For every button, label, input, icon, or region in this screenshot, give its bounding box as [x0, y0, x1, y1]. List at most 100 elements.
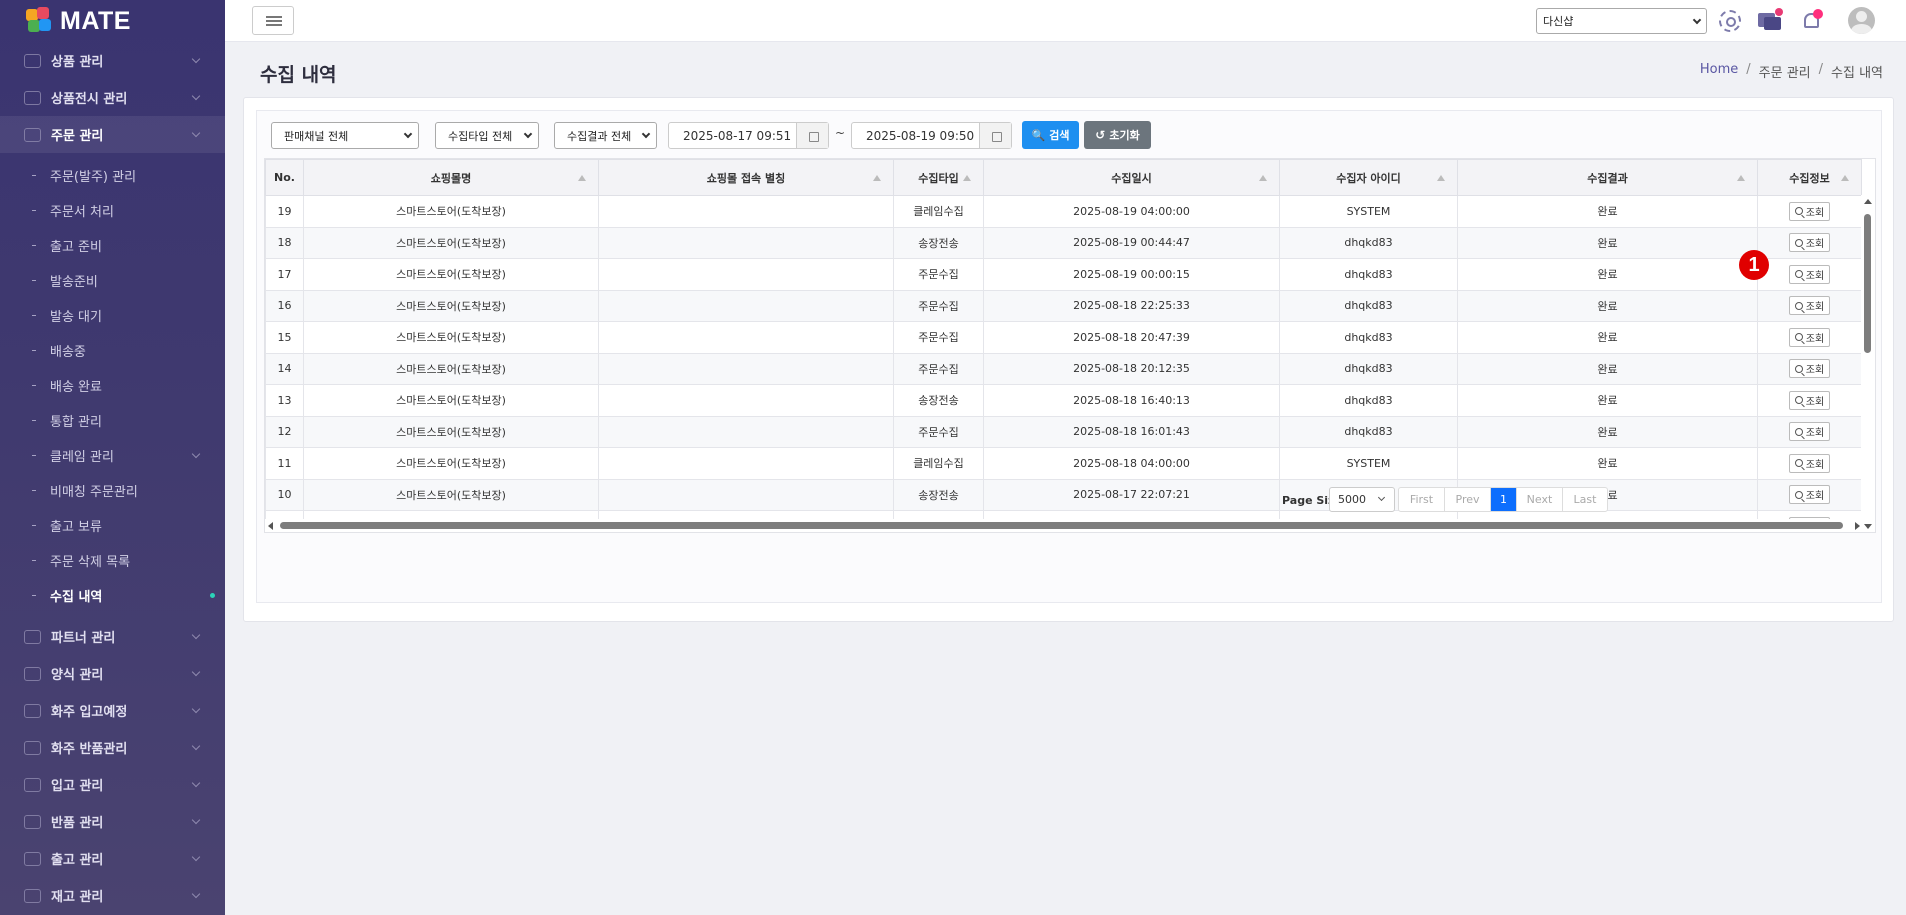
- sidebar-item-owner-return[interactable]: 화주 반품관리: [0, 729, 225, 766]
- view-button[interactable]: 조회: [1788, 359, 1831, 379]
- gear-icon[interactable]: [1719, 10, 1741, 32]
- cell-no: 16: [265, 289, 304, 322]
- calendar-icon[interactable]: [796, 123, 828, 148]
- collect-result-select[interactable]: 수집결과 전체: [554, 122, 657, 149]
- breadcrumb-order[interactable]: 주문 관리: [1759, 62, 1811, 81]
- page-next-button[interactable]: Next: [1517, 488, 1563, 511]
- view-button[interactable]: 조회: [1788, 390, 1831, 410]
- chat-icon[interactable]: [1758, 8, 1783, 32]
- logo[interactable]: MATE: [0, 0, 225, 42]
- chevron-down-icon: [1377, 493, 1386, 502]
- page-current-button[interactable]: 1: [1491, 488, 1517, 511]
- scrollbar-thumb[interactable]: [280, 522, 1843, 529]
- sidebar-item-inbound[interactable]: 입고 관리: [0, 766, 225, 803]
- sidebar-item-partner[interactable]: 파트너 관리: [0, 618, 225, 655]
- sidebar-item-product[interactable]: 상품 관리: [0, 42, 225, 79]
- view-button-label: 조회: [1805, 428, 1825, 440]
- breadcrumb: Home / 주문 관리 / 수집 내역: [1700, 62, 1883, 81]
- page-last-button[interactable]: Last: [1563, 488, 1607, 511]
- sort-icon: [1437, 175, 1445, 181]
- search-button[interactable]: 🔍 검색: [1022, 121, 1079, 149]
- cell-datetime: 2025-08-18 16:40:13: [983, 384, 1280, 417]
- cell-mall: 스마트스토어(도착보장): [303, 415, 599, 448]
- view-button[interactable]: 조회: [1788, 453, 1831, 473]
- pagination: First Prev 1 Next Last: [1398, 487, 1608, 512]
- view-button[interactable]: 조회: [1788, 485, 1831, 505]
- col-header-result[interactable]: 수집결과: [1457, 159, 1758, 196]
- horizontal-scrollbar[interactable]: [265, 519, 1863, 532]
- view-button[interactable]: 조회: [1788, 264, 1831, 284]
- scroll-up-icon[interactable]: [1864, 199, 1872, 204]
- sidebar-subitem-order-manage[interactable]: 주문(발주) 관리: [0, 158, 225, 193]
- sidebar-item-outbound[interactable]: 출고 관리: [0, 840, 225, 877]
- cell-info: 조회: [1757, 226, 1862, 259]
- scroll-left-icon[interactable]: [268, 522, 273, 530]
- logo-mark-icon: [26, 7, 54, 35]
- date-from-input[interactable]: 2025-08-17 09:51: [668, 122, 829, 149]
- sidebar-item-return[interactable]: 반품 관리: [0, 803, 225, 840]
- view-button[interactable]: 조회: [1788, 233, 1831, 253]
- col-header-type[interactable]: 수집타입: [893, 159, 984, 196]
- sidebar-item-order[interactable]: 주문 관리: [0, 116, 225, 153]
- cell-no: 18: [265, 226, 304, 259]
- view-button[interactable]: 조회: [1788, 327, 1831, 347]
- collect-type-select[interactable]: 수집타입 전체: [435, 122, 539, 149]
- scroll-down-icon[interactable]: [1864, 524, 1872, 529]
- vertical-scrollbar[interactable]: [1861, 195, 1874, 532]
- col-header-datetime[interactable]: 수집일시: [983, 159, 1280, 196]
- date-to-input[interactable]: 2025-08-19 09:50: [851, 122, 1012, 149]
- scrollbar-thumb[interactable]: [1864, 214, 1871, 353]
- sidebar-item-display[interactable]: 상품전시 관리: [0, 79, 225, 116]
- col-header-alias[interactable]: 쇼핑몰 접속 별칭: [598, 159, 894, 196]
- view-button-label: 조회: [1805, 270, 1825, 282]
- col-header-no[interactable]: No.: [265, 159, 304, 196]
- chevron-down-icon: [191, 852, 201, 862]
- bell-icon[interactable]: [1802, 9, 1824, 32]
- sidebar-subitem-order-process[interactable]: 주문서 처리: [0, 193, 225, 228]
- cell-type: 송장전송: [893, 384, 984, 417]
- sidebar-subitem-ship-prepare[interactable]: 출고 준비: [0, 228, 225, 263]
- page-prev-button[interactable]: Prev: [1445, 488, 1491, 511]
- sidebar-item-label: 주문 관리: [51, 129, 104, 144]
- sidebar-subitem-send-prepare[interactable]: 발송준비: [0, 263, 225, 298]
- sidebar-subitem-unmatched[interactable]: 비매칭 주문관리: [0, 473, 225, 508]
- sidebar-subitem-send-wait[interactable]: 발송 대기: [0, 298, 225, 333]
- sidebar-subitem-hold[interactable]: 출고 보류: [0, 508, 225, 543]
- cell-info: 조회: [1757, 384, 1862, 417]
- sidebar-subitem-claim[interactable]: 클레임 관리: [0, 438, 225, 473]
- menu-toggle-button[interactable]: [252, 6, 294, 35]
- sidebar-item-label: 상품 관리: [51, 55, 104, 70]
- cell-mall: 스마트스토어(도착보장): [303, 258, 599, 291]
- view-button[interactable]: 조회: [1788, 296, 1831, 316]
- col-header-user[interactable]: 수집자 아이디: [1279, 159, 1458, 196]
- channel-select[interactable]: 판매채널 전체: [271, 122, 419, 149]
- cell-info: 조회: [1757, 478, 1862, 511]
- sidebar-subitem-integrated[interactable]: 통합 관리: [0, 403, 225, 438]
- sidebar-subitem-delivered[interactable]: 배송 완료: [0, 368, 225, 403]
- avatar[interactable]: [1848, 7, 1875, 34]
- view-button[interactable]: 조회: [1788, 422, 1831, 442]
- scroll-right-icon[interactable]: [1855, 522, 1860, 530]
- sidebar-item-stock[interactable]: 재고 관리: [0, 877, 225, 914]
- sidebar-subitem-shipping[interactable]: 배송중: [0, 333, 225, 368]
- search-icon: 🔍: [1031, 128, 1046, 142]
- sidebar-item-owner-inbound[interactable]: 화주 입고예정: [0, 692, 225, 729]
- breadcrumb-home[interactable]: Home: [1700, 62, 1738, 81]
- sidebar-item-form[interactable]: 양식 관리: [0, 655, 225, 692]
- sidebar-subitem-collect-history[interactable]: 수집 내역: [0, 578, 225, 613]
- sort-icon: [578, 175, 586, 181]
- cell-info: 조회: [1757, 289, 1862, 322]
- sidebar-subitem-deleted[interactable]: 주문 삭제 목록: [0, 543, 225, 578]
- view-button[interactable]: 조회: [1788, 201, 1831, 221]
- cell-no: 15: [265, 321, 304, 354]
- col-header-mall[interactable]: 쇼핑몰명: [303, 159, 599, 196]
- calendar-icon[interactable]: [979, 123, 1011, 148]
- box-icon: [24, 888, 41, 903]
- search-icon: [1794, 459, 1803, 468]
- menu-icon: [266, 16, 282, 18]
- shop-select[interactable]: 다신샵: [1536, 8, 1707, 34]
- page-first-button[interactable]: First: [1399, 488, 1445, 511]
- col-header-info[interactable]: 수집정보: [1757, 159, 1862, 196]
- reset-button[interactable]: ↺ 초기화: [1084, 121, 1151, 149]
- page-size-select[interactable]: 5000: [1329, 487, 1395, 512]
